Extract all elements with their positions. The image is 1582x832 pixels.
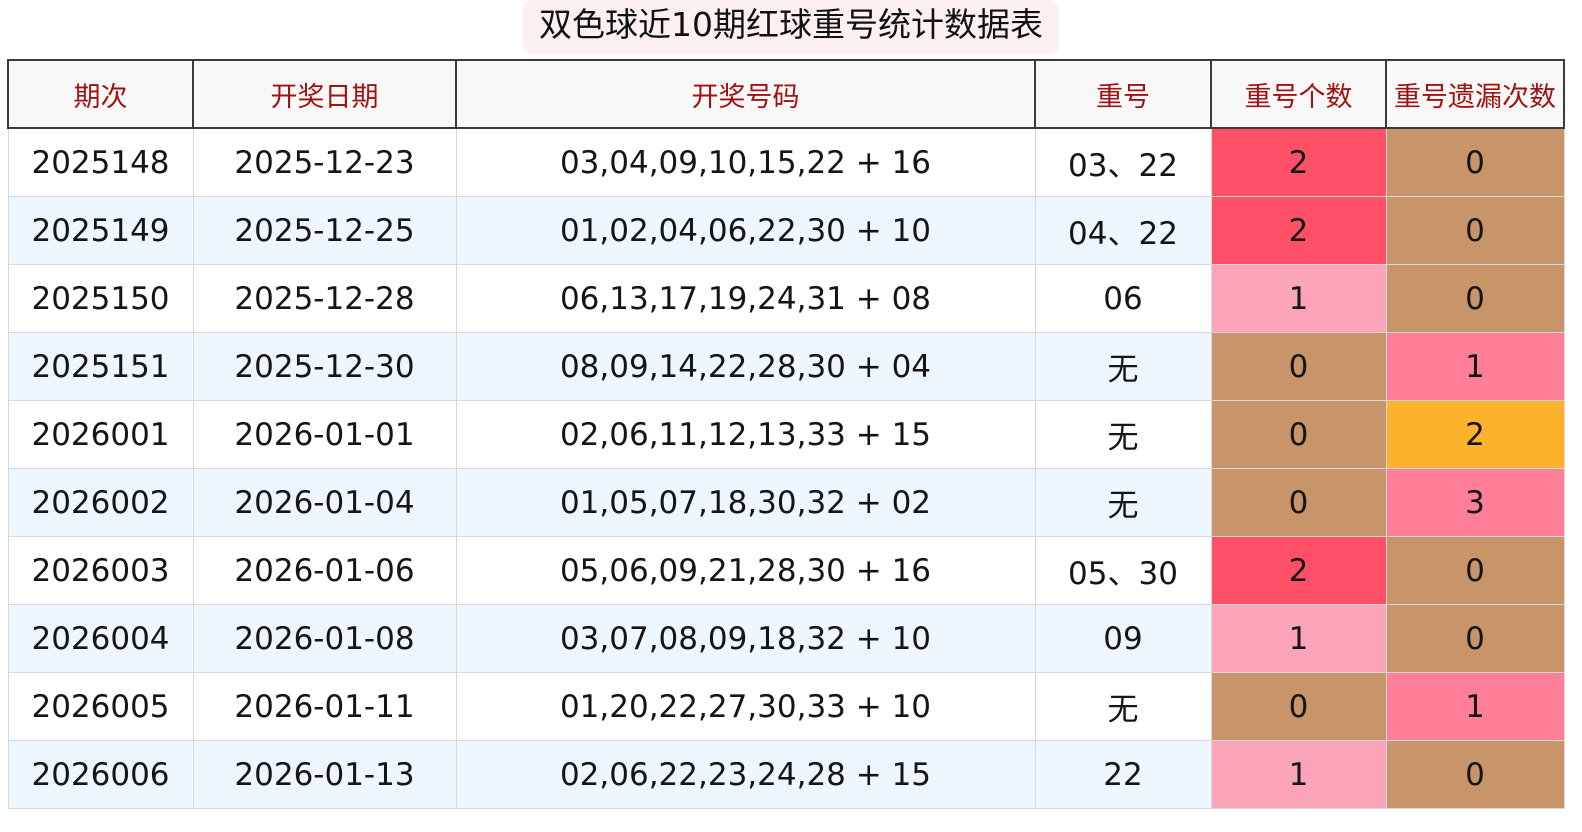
- cell-date: 2025-12-25: [192, 196, 457, 265]
- header-numbers: 开奖号码: [455, 59, 1036, 129]
- cell-period: 2026004: [7, 604, 194, 673]
- header-period: 期次: [7, 59, 194, 129]
- cell-repeat-count: 2: [1210, 536, 1387, 605]
- cell-period: 2026001: [7, 400, 194, 469]
- cell-repeat: 无: [1034, 672, 1212, 741]
- table-row: 2025149 2025-12-25 01,02,04,06,22,30 + 1…: [7, 196, 1565, 265]
- cell-period: 2026005: [7, 672, 194, 741]
- cell-repeat-count: 0: [1210, 468, 1387, 537]
- cell-numbers: 01,20,22,27,30,33 + 10: [455, 672, 1036, 741]
- header-miss-count: 重号遗漏次数: [1385, 59, 1565, 129]
- cell-miss-count: 1: [1385, 332, 1565, 401]
- cell-miss-count: 0: [1385, 740, 1565, 809]
- cell-numbers: 02,06,22,23,24,28 + 15: [455, 740, 1036, 809]
- header-repeat: 重号: [1034, 59, 1212, 129]
- header-row: 期次 开奖日期 开奖号码 重号 重号个数 重号遗漏次数: [7, 59, 1565, 129]
- cell-repeat-count: 0: [1210, 672, 1387, 741]
- page-title: 双色球近10期红球重号统计数据表: [523, 0, 1059, 54]
- cell-miss-count: 0: [1385, 196, 1565, 265]
- cell-repeat-count: 1: [1210, 264, 1387, 333]
- cell-repeat: 03、22: [1034, 127, 1212, 197]
- cell-period: 2025148: [7, 127, 194, 197]
- cell-repeat-count: 1: [1210, 604, 1387, 673]
- cell-period: 2026002: [7, 468, 194, 537]
- cell-miss-count: 2: [1385, 400, 1565, 469]
- title-container: 双色球近10期红球重号统计数据表: [0, 0, 1582, 60]
- cell-repeat-count: 0: [1210, 332, 1387, 401]
- cell-period: 2026006: [7, 740, 194, 809]
- cell-repeat: 无: [1034, 400, 1212, 469]
- cell-repeat: 无: [1034, 468, 1212, 537]
- cell-date: 2025-12-30: [192, 332, 457, 401]
- cell-period: 2025149: [7, 196, 194, 265]
- table-row: 2025150 2025-12-28 06,13,17,19,24,31 + 0…: [7, 264, 1565, 333]
- cell-date: 2026-01-06: [192, 536, 457, 605]
- cell-miss-count: 0: [1385, 536, 1565, 605]
- cell-miss-count: 3: [1385, 468, 1565, 537]
- cell-repeat: 05、30: [1034, 536, 1212, 605]
- cell-miss-count: 1: [1385, 672, 1565, 741]
- table-body: 2025148 2025-12-23 03,04,09,10,15,22 + 1…: [7, 127, 1565, 809]
- table-row: 2025151 2025-12-30 08,09,14,22,28,30 + 0…: [7, 332, 1565, 401]
- cell-repeat-count: 0: [1210, 400, 1387, 469]
- cell-repeat-count: 1: [1210, 740, 1387, 809]
- cell-period: 2025150: [7, 264, 194, 333]
- cell-date: 2025-12-28: [192, 264, 457, 333]
- table-row: 2026002 2026-01-04 01,05,07,18,30,32 + 0…: [7, 468, 1565, 537]
- cell-repeat: 09: [1034, 604, 1212, 673]
- table-row: 2026004 2026-01-08 03,07,08,09,18,32 + 1…: [7, 604, 1565, 673]
- cell-date: 2026-01-13: [192, 740, 457, 809]
- cell-repeat-count: 2: [1210, 196, 1387, 265]
- cell-numbers: 08,09,14,22,28,30 + 04: [455, 332, 1036, 401]
- table-row: 2026005 2026-01-11 01,20,22,27,30,33 + 1…: [7, 672, 1565, 741]
- cell-miss-count: 0: [1385, 264, 1565, 333]
- cell-numbers: 06,13,17,19,24,31 + 08: [455, 264, 1036, 333]
- cell-numbers: 02,06,11,12,13,33 + 15: [455, 400, 1036, 469]
- cell-date: 2026-01-04: [192, 468, 457, 537]
- cell-date: 2025-12-23: [192, 127, 457, 197]
- cell-miss-count: 0: [1385, 604, 1565, 673]
- cell-period: 2025151: [7, 332, 194, 401]
- cell-period: 2026003: [7, 536, 194, 605]
- cell-numbers: 03,04,09,10,15,22 + 16: [455, 127, 1036, 197]
- cell-repeat: 22: [1034, 740, 1212, 809]
- header-date: 开奖日期: [192, 59, 457, 129]
- cell-date: 2026-01-11: [192, 672, 457, 741]
- table-row: 2026003 2026-01-06 05,06,09,21,28,30 + 1…: [7, 536, 1565, 605]
- cell-date: 2026-01-08: [192, 604, 457, 673]
- cell-repeat: 06: [1034, 264, 1212, 333]
- cell-date: 2026-01-01: [192, 400, 457, 469]
- table-row: 2026006 2026-01-13 02,06,22,23,24,28 + 1…: [7, 740, 1565, 809]
- cell-repeat-count: 2: [1210, 127, 1387, 197]
- table-row: 2026001 2026-01-01 02,06,11,12,13,33 + 1…: [7, 400, 1565, 469]
- cell-numbers: 03,07,08,09,18,32 + 10: [455, 604, 1036, 673]
- header-repeat-count: 重号个数: [1210, 59, 1387, 129]
- cell-numbers: 01,02,04,06,22,30 + 10: [455, 196, 1036, 265]
- stats-table: 期次 开奖日期 开奖号码 重号 重号个数 重号遗漏次数 2025148 2025…: [7, 59, 1565, 809]
- cell-repeat: 无: [1034, 332, 1212, 401]
- cell-repeat: 04、22: [1034, 196, 1212, 265]
- cell-numbers: 01,05,07,18,30,32 + 02: [455, 468, 1036, 537]
- cell-numbers: 05,06,09,21,28,30 + 16: [455, 536, 1036, 605]
- cell-miss-count: 0: [1385, 127, 1565, 197]
- table-row: 2025148 2025-12-23 03,04,09,10,15,22 + 1…: [7, 127, 1565, 197]
